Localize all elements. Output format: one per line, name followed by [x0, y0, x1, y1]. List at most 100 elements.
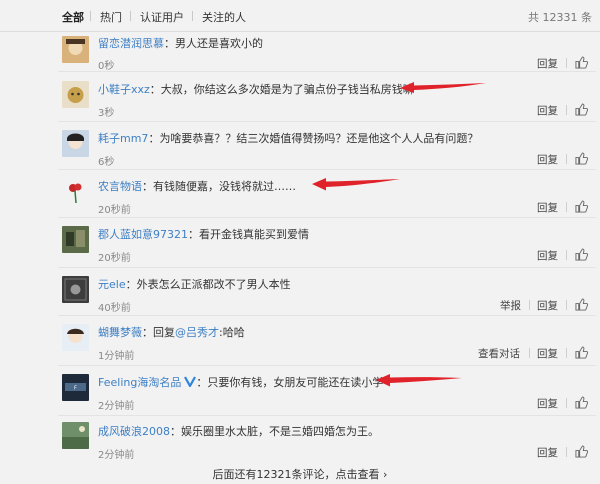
- comment-item: 小鞋子xxz：大叔，你结这么多次婚是为了骗点份子钱当私房钱嘛 3秒 回复: [0, 72, 600, 122]
- comment-separator: ：: [170, 425, 181, 438]
- comment-text: :哈哈: [219, 326, 245, 339]
- action-divider: [566, 398, 567, 408]
- user-avatar[interactable]: [62, 324, 89, 351]
- action-divider: [566, 447, 567, 457]
- comment-user-line: 农言物语：有钱随便嘉，没钱将就过……: [98, 178, 296, 194]
- comment-text: 看开金钱真能买到爱情: [199, 228, 309, 241]
- comment-item: 元ele：外表怎么正派都改不了男人本性 40秒前 举报 回复: [0, 268, 600, 316]
- comment-time: 6秒: [98, 157, 115, 168]
- comment-user-line: 蝴舞梦薇：回复@吕秀才:哈哈: [98, 324, 245, 340]
- comment-filter-tabs: 全部 热门 认证用户 关注的人 共 12331 条: [0, 0, 600, 32]
- reply-button[interactable]: 回复: [537, 298, 558, 313]
- user-avatar[interactable]: F: [62, 374, 89, 401]
- comment-user-line: 耗子mm7：为啥要恭喜？？结三次婚值得赞扬吗？还是他这个人人品有问题？: [98, 130, 478, 146]
- thumbs-up-icon[interactable]: [575, 346, 588, 359]
- action-divider: [529, 300, 530, 310]
- tab-divider: [130, 11, 131, 21]
- svg-text:F: F: [74, 386, 77, 392]
- user-avatar[interactable]: [62, 276, 89, 303]
- reply-button[interactable]: 回复: [537, 152, 558, 167]
- report-button[interactable]: 举报: [500, 298, 521, 313]
- comment-text: 为啥要恭喜？？结三次婚值得赞扬吗？还是他这个人人品有问题？: [159, 132, 479, 145]
- comment-username[interactable]: 蝴舞梦薇: [98, 326, 142, 339]
- comment-item: 耗子mm7：为啥要恭喜？？结三次婚值得赞扬吗？还是他这个人人品有问题？ 6秒 回…: [0, 122, 600, 170]
- user-avatar[interactable]: [62, 81, 89, 108]
- reply-button[interactable]: 回复: [537, 346, 558, 361]
- comment-item: 农言物语：有钱随便嘉，没钱将就过…… 20秒前 回复: [0, 170, 600, 218]
- comment-text: 只要你有钱，女朋友可能还在读小学: [207, 376, 384, 389]
- comment-time: 0秒: [98, 61, 115, 72]
- comment-username[interactable]: 耗子mm7: [98, 132, 148, 145]
- load-more-comments[interactable]: 后面还有12321条评论，点击查看 ›: [0, 466, 600, 482]
- comment-user-line: Feeling海淘名品 ：只要你有钱，女朋友可能还在读小学: [98, 374, 383, 390]
- user-avatar[interactable]: [62, 130, 89, 157]
- view-conversation-button[interactable]: 查看对话: [478, 346, 520, 361]
- load-more-label: 后面还有12321条评论，点击查看: [212, 468, 380, 481]
- thumbs-up-icon[interactable]: [575, 445, 588, 458]
- comment-item: 郡人蓝如意97321：看开金钱真能买到爱情 20秒前 回复: [0, 218, 600, 268]
- action-divider: [566, 58, 567, 68]
- reply-button[interactable]: 回复: [537, 248, 558, 263]
- comment-username[interactable]: 元ele: [98, 278, 126, 291]
- user-mention[interactable]: @吕秀才: [175, 326, 219, 339]
- tab-all[interactable]: 全部: [62, 9, 84, 25]
- user-avatar[interactable]: [62, 422, 89, 449]
- tab-divider: [90, 11, 91, 21]
- comment-username[interactable]: 成风破浪2008: [98, 425, 170, 438]
- comment-separator: ：: [149, 83, 161, 96]
- comment-text: 娱乐圈里水太脏，不是三婚四婚怎为王。: [181, 425, 379, 438]
- thumbs-up-icon[interactable]: [575, 396, 588, 409]
- user-avatar[interactable]: [62, 226, 89, 253]
- comment-separator: ：: [164, 37, 175, 50]
- action-divider: [566, 202, 567, 212]
- reply-button[interactable]: 回复: [537, 445, 558, 460]
- red-annotation-arrow: [400, 82, 486, 93]
- comment-separator: ：: [196, 376, 208, 389]
- action-divider: [566, 154, 567, 164]
- thumbs-up-icon[interactable]: [575, 298, 588, 311]
- comment-time: 2分钟前: [98, 401, 135, 412]
- thumbs-up-icon[interactable]: [575, 152, 588, 165]
- user-avatar[interactable]: [62, 36, 89, 63]
- comment-item: 蝴舞梦薇：回复@吕秀才:哈哈 1分钟前 查看对话 回复: [0, 316, 600, 366]
- comment-text: 有钱随便嘉，没钱将就过……: [153, 180, 296, 193]
- action-divider: [529, 348, 530, 358]
- tab-divider: [192, 11, 193, 21]
- comment-separator: ：: [125, 278, 137, 291]
- comment-time: 20秒前: [98, 253, 131, 264]
- reply-button[interactable]: 回复: [537, 103, 558, 118]
- comment-username[interactable]: 小鞋子xxz: [98, 83, 150, 96]
- tab-verified-users[interactable]: 认证用户: [140, 9, 184, 25]
- tab-following[interactable]: 关注的人: [202, 9, 246, 25]
- comment-username[interactable]: 郡人蓝如意97321: [98, 228, 188, 241]
- chevron-right-icon: ›: [383, 468, 388, 481]
- thumbs-up-icon[interactable]: [575, 200, 588, 213]
- red-annotation-arrow: [312, 178, 400, 191]
- action-divider: [566, 348, 567, 358]
- comment-username[interactable]: 农言物语: [98, 180, 142, 193]
- action-divider: [566, 250, 567, 260]
- reply-button[interactable]: 回复: [537, 200, 558, 215]
- comment-text: 外表怎么正派都改不了男人本性: [136, 278, 291, 291]
- reply-button[interactable]: 回复: [537, 396, 558, 411]
- comment-username[interactable]: 留恋潜润思慕: [98, 37, 164, 50]
- thumbs-up-icon[interactable]: [575, 248, 588, 261]
- comment-username[interactable]: Feeling海淘名品: [98, 376, 181, 389]
- comment-separator: ：: [148, 132, 160, 145]
- comment-time: 1分钟前: [98, 351, 135, 362]
- comment-text: 男人还是喜欢小的: [175, 37, 263, 50]
- comment-text: 大叔，你结这么多次婚是为了骗点份子钱当私房钱嘛: [160, 83, 414, 96]
- reply-button[interactable]: 回复: [537, 56, 558, 71]
- user-avatar[interactable]: [62, 178, 89, 205]
- verified-badge-icon: [184, 376, 197, 388]
- comment-item: F Feeling海淘名品 ：只要你有钱，女朋友可能还在读小学 2分钟前 回复: [0, 366, 600, 416]
- comment-total-count: 共 12331 条: [528, 11, 592, 24]
- comment-separator: ：: [142, 326, 153, 339]
- thumbs-up-icon[interactable]: [575, 56, 588, 69]
- red-annotation-arrow: [376, 374, 462, 387]
- comment-item: 成风破浪2008：娱乐圈里水太脏，不是三婚四婚怎为王。 2分钟前 回复: [0, 416, 600, 462]
- comment-time: 3秒: [98, 108, 115, 119]
- action-divider: [566, 105, 567, 115]
- tab-hot[interactable]: 热门: [100, 9, 122, 25]
- thumbs-up-icon[interactable]: [575, 103, 588, 116]
